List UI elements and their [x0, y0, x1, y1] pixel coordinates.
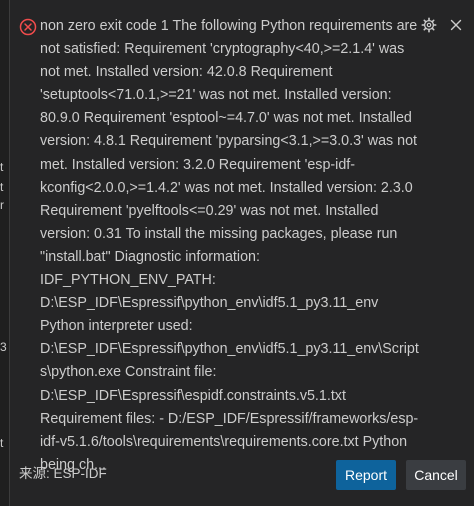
notification-settings-button[interactable] [419, 16, 439, 38]
background-text-fragment: 3 [0, 340, 7, 354]
notification-message: non zero exit code 1 The following Pytho… [40, 18, 419, 473]
gear-icon [421, 16, 437, 38]
notification-source: 来源: ESP-IDF [19, 466, 107, 481]
background-text-fragment: t [0, 160, 4, 174]
error-notification: non zero exit code 1 The following Pytho… [9, 0, 474, 506]
background-text-fragment: t [0, 436, 4, 450]
report-button[interactable]: Report [336, 460, 396, 490]
background-text-fragment: t [0, 180, 4, 194]
cancel-button[interactable]: Cancel [406, 460, 466, 490]
error-circle-icon [19, 18, 37, 36]
close-icon [449, 18, 463, 37]
notification-close-button[interactable] [446, 17, 466, 37]
background-text-fragment: r [0, 198, 4, 212]
background-editor-strip: t t r 3 t [0, 0, 9, 506]
